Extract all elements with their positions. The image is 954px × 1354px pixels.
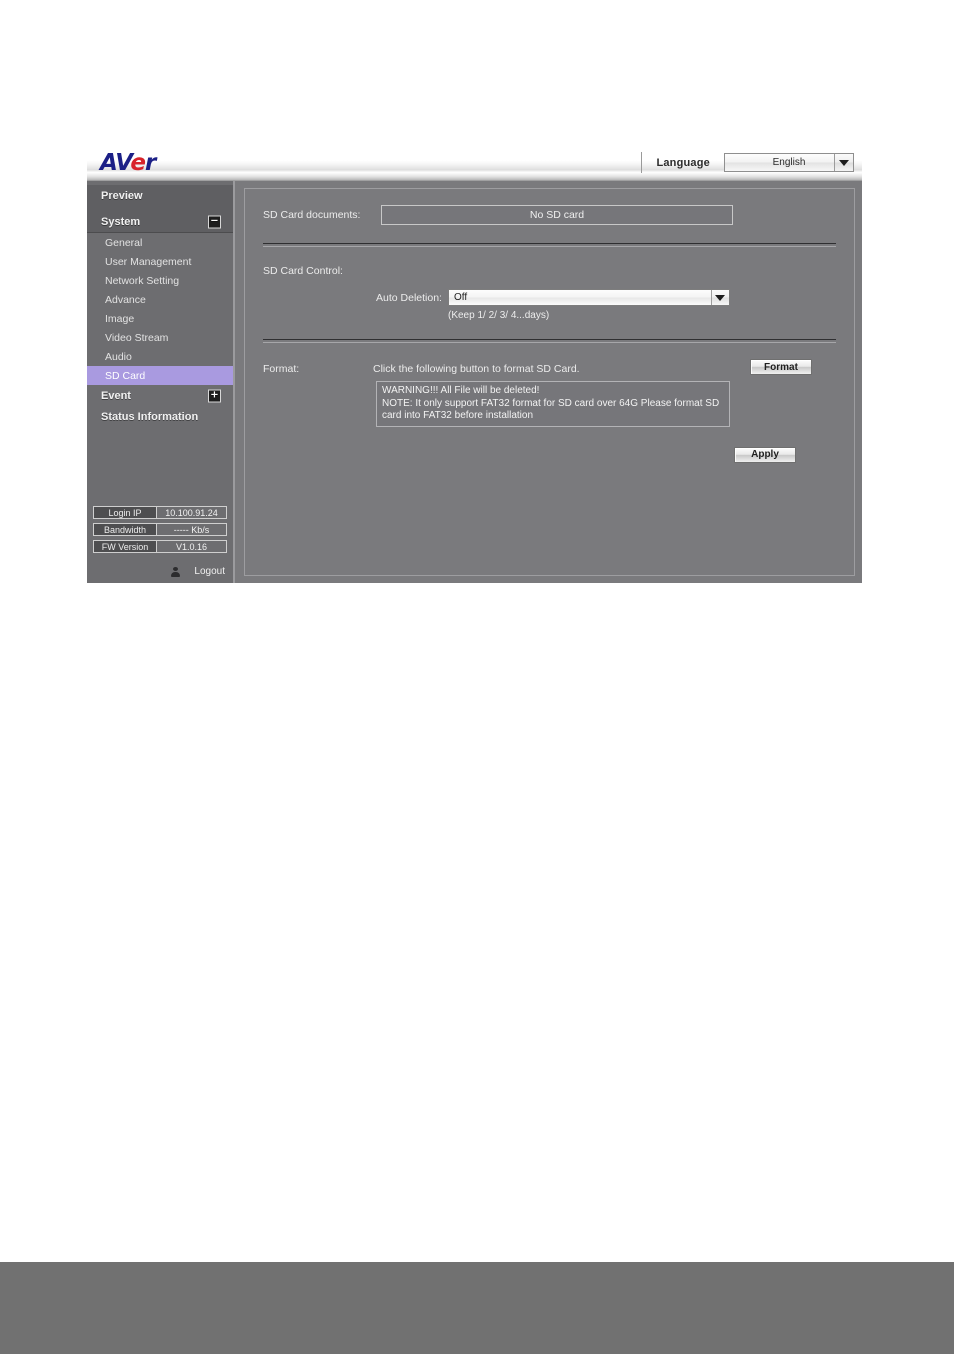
auto-deletion-row: Auto Deletion: Off bbox=[263, 289, 836, 306]
logout-row[interactable]: Logout bbox=[171, 566, 225, 577]
status-row-bandwidth: Bandwidth ----- Kb/s bbox=[93, 523, 227, 536]
content-panel: SD Card documents: No SD card SD Card Co… bbox=[237, 181, 862, 583]
sidebar-item-advance[interactable]: Advance bbox=[87, 290, 233, 309]
sd-card-documents-row: SD Card documents: No SD card bbox=[263, 205, 836, 225]
sd-card-control-label: SD Card Control: bbox=[263, 265, 343, 277]
minus-icon[interactable]: − bbox=[208, 215, 221, 228]
auto-deletion-select[interactable]: Off bbox=[447, 289, 730, 306]
logo-r: r bbox=[144, 150, 156, 176]
apply-button-wrap: Apply bbox=[263, 446, 836, 463]
sidebar-item-system[interactable]: System − bbox=[87, 211, 233, 232]
status-key-bandwidth: Bandwidth bbox=[94, 524, 157, 535]
logo-av: AV bbox=[100, 150, 131, 176]
sidebar-item-label-image: Image bbox=[105, 312, 135, 325]
status-value-fw-version: V1.0.16 bbox=[175, 541, 208, 552]
sidebar-item-user-management[interactable]: User Management bbox=[87, 252, 233, 271]
status-value-login-ip: 10.100.91.24 bbox=[165, 507, 218, 518]
warning-line-1: WARNING!!! All File will be deleted! bbox=[382, 385, 540, 396]
format-row: Format: Click the following button to fo… bbox=[263, 359, 836, 375]
sidebar-item-label-preview: Preview bbox=[101, 189, 143, 202]
format-description: Click the following button to format SD … bbox=[373, 363, 580, 375]
format-label: Format: bbox=[263, 363, 300, 375]
language-selected-value: English bbox=[772, 157, 806, 168]
sidebar-item-sd-card[interactable]: SD Card bbox=[87, 366, 233, 385]
sidebar-item-label-general: General bbox=[105, 236, 143, 249]
sidebar-item-label-system: System bbox=[101, 215, 141, 228]
status-key-login-ip: Login IP bbox=[94, 507, 157, 518]
chevron-down-icon[interactable] bbox=[834, 154, 853, 171]
sidebar-item-event[interactable]: Event + bbox=[87, 385, 233, 406]
sd-card-documents-value: No SD card bbox=[381, 205, 733, 225]
sidebar-item-network-setting[interactable]: Network Setting bbox=[87, 271, 233, 290]
sidebar: Preview System − General User Management… bbox=[87, 181, 235, 583]
ip-camera-web-window: AVer Language English Preview System − G… bbox=[87, 148, 862, 583]
divider-1 bbox=[263, 243, 836, 247]
status-value-bandwidth: ----- Kb/s bbox=[173, 524, 210, 535]
sidebar-item-image[interactable]: Image bbox=[87, 309, 233, 328]
divider-2 bbox=[263, 339, 836, 343]
content-inner: SD Card documents: No SD card SD Card Co… bbox=[244, 188, 855, 576]
sidebar-item-general[interactable]: General bbox=[87, 233, 233, 252]
language-selector-group: Language English bbox=[641, 152, 854, 173]
sidebar-item-status-information[interactable]: Status Information bbox=[87, 406, 233, 427]
sidebar-item-video-stream[interactable]: Video Stream bbox=[87, 328, 233, 347]
user-icon bbox=[171, 566, 181, 577]
language-label: Language bbox=[656, 156, 710, 169]
sd-card-documents-label: SD Card documents: bbox=[263, 209, 361, 221]
sidebar-item-label-audio: Audio bbox=[105, 350, 132, 363]
app-body: Preview System − General User Management… bbox=[87, 181, 862, 583]
sidebar-status-box: Login IP 10.100.91.24 Bandwidth ----- Kb… bbox=[93, 506, 227, 557]
sidebar-item-label-network-setting: Network Setting bbox=[105, 274, 180, 287]
sidebar-item-preview[interactable]: Preview bbox=[87, 185, 233, 206]
warning-line-2: NOTE: It only support FAT32 format for S… bbox=[382, 397, 720, 422]
status-row-login-ip: Login IP 10.100.91.24 bbox=[93, 506, 227, 519]
chevron-down-icon[interactable] bbox=[710, 290, 729, 305]
sidebar-top-group: Preview System − bbox=[87, 185, 233, 232]
language-select[interactable]: English bbox=[724, 153, 854, 172]
auto-deletion-hint: (Keep 1/ 2/ 3/ 4...days) bbox=[448, 310, 550, 321]
aver-logo: AVer bbox=[100, 150, 156, 176]
logout-label[interactable]: Logout bbox=[194, 566, 225, 577]
sidebar-item-label-user-management: User Management bbox=[105, 255, 192, 268]
app-header: AVer Language English bbox=[87, 148, 862, 181]
format-button[interactable]: Format bbox=[750, 359, 812, 375]
plus-icon[interactable]: + bbox=[208, 389, 221, 402]
sidebar-item-audio[interactable]: Audio bbox=[87, 347, 233, 366]
auto-deletion-selected-value: Off bbox=[453, 292, 468, 303]
page-bottom-band bbox=[0, 1262, 954, 1354]
apply-button[interactable]: Apply bbox=[734, 446, 796, 463]
sidebar-item-label-sd-card: SD Card bbox=[105, 369, 146, 382]
sidebar-item-label-advance: Advance bbox=[105, 293, 146, 306]
sidebar-item-label-status-information: Status Information bbox=[101, 410, 199, 423]
format-warning-box: WARNING!!! All File will be deleted! NOT… bbox=[376, 381, 730, 427]
auto-deletion-label: Auto Deletion: bbox=[376, 291, 442, 304]
sidebar-item-label-video-stream: Video Stream bbox=[105, 331, 169, 344]
sidebar-item-label-event: Event bbox=[101, 389, 131, 402]
status-key-fw-version: FW Version bbox=[94, 541, 157, 552]
logo-e: e bbox=[130, 150, 146, 176]
status-row-fw-version: FW Version V1.0.16 bbox=[93, 540, 227, 553]
sidebar-system-submenu: General User Management Network Setting … bbox=[87, 232, 233, 385]
